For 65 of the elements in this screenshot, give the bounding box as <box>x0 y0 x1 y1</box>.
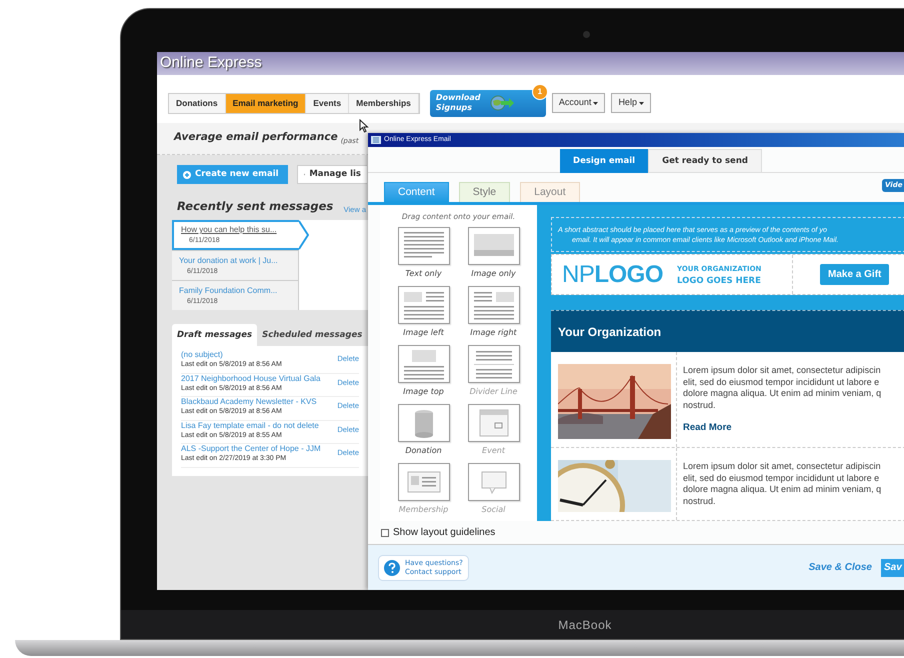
content-block[interactable] <box>468 463 520 502</box>
save-button[interactable]: Sav <box>881 558 904 576</box>
article-text: Lorem ipsum dolor sit amet, consectetur adipiscin elit, sed do eiusmod tempor incididunt ut labore e dolore magna aliqua. Ut enim ad minim veniam, q nostrud. <box>683 365 882 411</box>
nav-tab[interactable]: Memberships <box>349 94 419 112</box>
window-title: Online Express <box>160 53 262 74</box>
section-title: Recently sent messages <box>177 198 334 215</box>
content-block[interactable] <box>468 227 520 266</box>
step-tab[interactable]: Get ready to send <box>648 149 762 173</box>
logo-tagline: LOGO GOES HERE <box>677 274 762 287</box>
camera-icon <box>583 31 590 38</box>
block-label: Social <box>482 504 506 516</box>
caret-icon <box>638 102 644 104</box>
menu-button[interactable]: Account <box>552 93 606 113</box>
content-block[interactable] <box>468 404 520 442</box>
caret-icon <box>593 102 598 104</box>
content-block[interactable] <box>398 286 450 324</box>
draft-subject-link[interactable]: Blackbaud Academy Newsletter - KVS <box>181 397 317 408</box>
device-label: MacBook <box>558 616 612 634</box>
block-label: Image top <box>403 386 444 398</box>
block-label: Event <box>482 445 505 458</box>
editor-tab[interactable]: Style <box>458 182 510 202</box>
step-tab[interactable]: Design email <box>560 149 648 173</box>
menu-button[interactable]: Help <box>611 93 651 113</box>
button-label: Download <box>436 93 480 103</box>
block-label: Divider Line <box>470 386 518 398</box>
draft-subject-link[interactable]: Lisa Fay template email - do not delete <box>181 420 319 431</box>
content-block[interactable] <box>468 345 520 384</box>
block-label: Text only <box>405 268 442 280</box>
save-close-link[interactable]: Save & Close <box>808 560 872 575</box>
nav-tab[interactable]: Donations <box>169 94 226 112</box>
read-more-link[interactable]: Read More <box>683 421 882 436</box>
block-label: Image left <box>403 327 444 340</box>
help-icon <box>384 560 400 576</box>
plus-icon <box>183 170 191 178</box>
article-text: Lorem ipsum dolor sit amet, consectetur adipiscin elit, sed do eiusmod tempor incididunt ut labore e dolore magna aliqua. Ut enim ad minim veniam, q nostrud. <box>683 461 882 507</box>
section-title: Average email performance <box>174 130 338 146</box>
block-label: Image only <box>471 268 516 280</box>
nav-tab[interactable]: Email marketing <box>226 94 306 112</box>
editor-tab[interactable]: Content <box>384 182 449 202</box>
content-block[interactable] <box>398 463 450 502</box>
content-block[interactable] <box>398 227 450 266</box>
block-label: Membership <box>398 504 448 516</box>
message-tab[interactable]: Scheduled messages <box>257 324 368 346</box>
make-gift-button[interactable]: Make a Gift <box>820 264 890 286</box>
editor-tab[interactable]: Layout <box>520 182 580 202</box>
checkbox-label: Show layout guidelines <box>393 526 496 540</box>
content-block[interactable] <box>468 286 520 324</box>
manage-lists-button[interactable]: Manage lis <box>297 165 367 184</box>
draft-subject-link[interactable]: ALS -Support the Center of Hope - JJM <box>181 444 321 454</box>
logo-text: NPLOGO <box>562 262 664 287</box>
checkbox[interactable] <box>381 528 389 536</box>
message-tab[interactable]: Draft messages <box>172 324 258 346</box>
window-icon <box>371 136 381 144</box>
organization-banner: Your Organization <box>551 310 904 352</box>
draft-subject-link[interactable]: (no subject) <box>181 350 282 360</box>
globe-arrow-icon <box>488 95 514 111</box>
block-label: Donation <box>405 445 442 458</box>
draft-subject-link[interactable]: 2017 Neighborhood House Virtual Gala <box>181 374 321 384</box>
content-block[interactable] <box>398 404 450 442</box>
button-label: Signups <box>436 103 474 113</box>
block-label: Image right <box>470 327 517 340</box>
content-block[interactable] <box>398 345 450 384</box>
nav-tab[interactable]: Events <box>306 94 350 112</box>
notification-badge: 1 <box>532 84 548 100</box>
create-email-button[interactable]: Create new email <box>177 165 288 184</box>
